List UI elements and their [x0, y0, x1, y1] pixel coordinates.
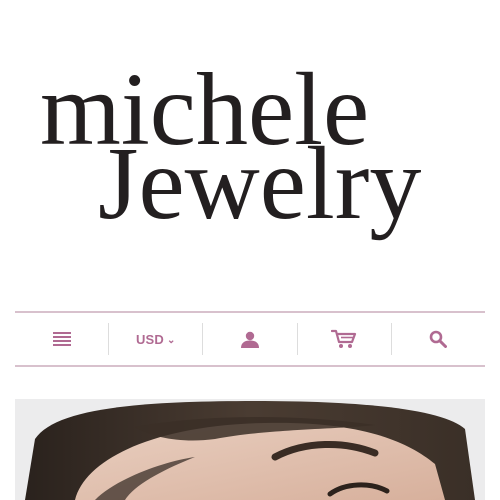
- chevron-down-icon: ⌄: [167, 335, 176, 346]
- logo-wordmark: michele Jewelry: [40, 52, 421, 241]
- site-logo[interactable]: michele Jewelry: [0, 0, 500, 300]
- search-icon: [430, 330, 448, 348]
- cart-button[interactable]: [296, 323, 391, 355]
- hamburger-menu-icon: [52, 332, 71, 346]
- account-button[interactable]: [202, 323, 296, 355]
- search-button[interactable]: [390, 323, 485, 355]
- logo-line-jewelry: Jewelry: [98, 126, 421, 241]
- currency-label: USD: [135, 331, 165, 347]
- currency-selector[interactable]: USD ⌄: [108, 323, 202, 355]
- menu-button[interactable]: [15, 323, 108, 355]
- hero-portrait-image: [15, 399, 485, 500]
- shopping-cart-icon: [331, 329, 357, 348]
- user-icon: [241, 331, 259, 348]
- main-navbar: USD ⌄: [15, 311, 485, 367]
- hero-banner[interactable]: [15, 399, 485, 500]
